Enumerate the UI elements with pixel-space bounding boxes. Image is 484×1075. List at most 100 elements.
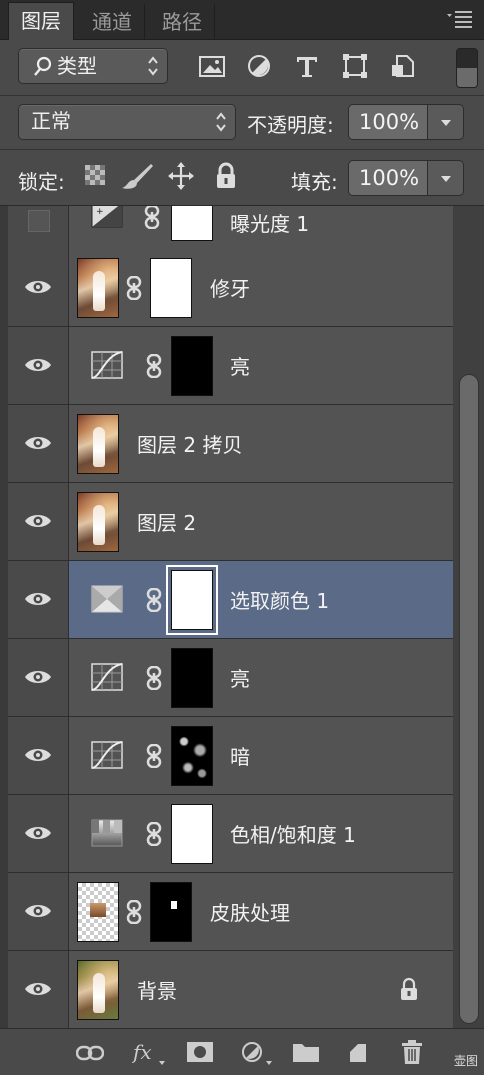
visibility-cell[interactable] [8, 249, 69, 326]
mask-link-icon[interactable] [146, 666, 162, 690]
tab-channels[interactable]: 通道 [80, 4, 145, 40]
filter-pixel-layer-icon[interactable] [197, 52, 227, 80]
visibility-empty-box[interactable] [28, 210, 50, 232]
tab-layers[interactable]: 图层 [8, 2, 74, 40]
layer-thumbnail[interactable] [77, 492, 119, 552]
layer-name[interactable]: 暗 [230, 741, 250, 770]
visibility-cell[interactable] [8, 483, 69, 560]
filter-smart-object-icon[interactable] [388, 52, 418, 80]
mask-link-icon[interactable] [146, 744, 162, 768]
visibility-cell[interactable] [8, 717, 69, 794]
lock-image-pixels-brush-icon[interactable] [120, 162, 154, 190]
layer-name[interactable]: 图层 2 [137, 507, 196, 536]
blend-mode-select[interactable]: 正常 [18, 104, 236, 140]
layer-row[interactable]: 图层 2 拷贝 [8, 405, 453, 483]
visibility-cell[interactable] [8, 639, 69, 716]
fill-input[interactable]: 100% [348, 160, 428, 196]
layer-row-selected[interactable]: 选取颜色 1 [8, 561, 453, 639]
layer-mask-thumbnail[interactable] [150, 882, 192, 942]
visibility-cell[interactable] [8, 405, 69, 482]
layer-thumbnail[interactable] [77, 960, 119, 1020]
visibility-cell[interactable] [8, 873, 69, 950]
layer-name[interactable]: 选取颜色 1 [230, 585, 329, 614]
layer-row[interactable]: 色相/饱和度 1 [8, 795, 453, 873]
filter-toggle-switch[interactable] [456, 48, 478, 88]
mask-link-icon[interactable] [146, 588, 162, 612]
eye-icon[interactable] [24, 512, 52, 530]
layer-name[interactable]: 图层 2 拷贝 [137, 429, 242, 458]
layer-mask-thumbnail[interactable] [171, 804, 213, 864]
layer-thumbnail[interactable] [77, 882, 119, 942]
layer-name[interactable]: 皮肤处理 [210, 897, 290, 926]
layer-name[interactable]: 曝光度 1 [230, 208, 309, 237]
layer-mask-thumbnail[interactable] [171, 648, 213, 708]
eye-icon[interactable] [24, 746, 52, 764]
visibility-cell[interactable] [8, 795, 69, 872]
layer-row[interactable]: 暗 [8, 717, 453, 795]
lock-transparent-pixels-icon[interactable] [84, 164, 106, 186]
layer-row[interactable]: 修牙 [8, 249, 453, 327]
mask-white-spot [171, 901, 177, 909]
layer-row[interactable]: 亮 [8, 639, 453, 717]
eye-icon[interactable] [24, 902, 52, 920]
layer-row[interactable]: + 曝光度 1 [8, 206, 453, 250]
eye-icon[interactable] [24, 356, 52, 374]
layer-mask-thumbnail[interactable] [171, 726, 213, 786]
eye-icon[interactable] [24, 434, 52, 452]
layer-row[interactable]: 背景 [8, 951, 453, 1028]
filter-adjustment-layer-icon[interactable] [244, 52, 274, 80]
fx-layer-style-icon[interactable]: fx [132, 1039, 166, 1067]
lock-all-icon[interactable] [214, 162, 238, 190]
eye-icon[interactable] [24, 278, 52, 296]
add-mask-icon[interactable] [186, 1041, 214, 1063]
filter-kind-label: 类型 [57, 54, 97, 78]
filter-shape-layer-icon[interactable] [340, 52, 370, 80]
eye-icon[interactable] [24, 590, 52, 608]
layer-mask-thumbnail[interactable] [171, 336, 213, 396]
mask-link-icon[interactable] [144, 206, 160, 229]
visibility-cell[interactable] [8, 327, 69, 404]
scrollbar-thumb[interactable] [459, 374, 479, 1024]
updown-arrows-icon [148, 56, 158, 76]
opacity-dropdown-button[interactable] [428, 104, 464, 140]
fill-dropdown-button[interactable] [428, 160, 464, 196]
panel-menu-icon[interactable] [446, 8, 474, 30]
layer-mask-thumbnail[interactable] [171, 570, 213, 630]
layer-name[interactable]: 背景 [137, 975, 177, 1004]
new-adjustment-layer-icon[interactable] [240, 1041, 276, 1067]
tab-paths[interactable]: 路径 [150, 4, 215, 40]
eye-icon[interactable] [24, 980, 52, 998]
visibility-cell[interactable] [8, 951, 69, 1028]
layer-row[interactable]: 皮肤处理 [8, 873, 453, 951]
mask-link-icon[interactable] [146, 822, 162, 846]
mask-link-icon[interactable] [146, 354, 162, 378]
trash-delete-icon[interactable] [400, 1039, 424, 1065]
layer-name[interactable]: 色相/饱和度 1 [230, 819, 356, 848]
visibility-cell[interactable] [8, 561, 69, 638]
opacity-input[interactable]: 100% [348, 104, 428, 140]
lock-position-move-icon[interactable] [168, 162, 194, 190]
filter-type-layer-icon[interactable] [292, 52, 322, 80]
updown-arrows-icon [216, 112, 226, 132]
new-group-folder-icon[interactable] [292, 1041, 320, 1063]
layer-mask-thumbnail[interactable] [150, 258, 192, 318]
eye-icon[interactable] [24, 824, 52, 842]
mask-link-icon[interactable] [126, 900, 142, 924]
layer-name[interactable]: 亮 [230, 351, 250, 380]
mask-link-icon[interactable] [126, 276, 142, 300]
layer-thumbnail[interactable] [77, 258, 119, 318]
eye-icon[interactable] [24, 668, 52, 686]
layer-mask-thumbnail[interactable] [171, 206, 213, 241]
layer-row[interactable]: 亮 [8, 327, 453, 405]
visibility-cell[interactable] [8, 206, 69, 249]
new-layer-icon[interactable] [346, 1041, 370, 1065]
layer-thumbnail[interactable] [77, 414, 119, 474]
link-layers-icon[interactable] [76, 1045, 104, 1061]
layer-row[interactable]: 图层 2 [8, 483, 453, 561]
chevron-down-icon [441, 120, 451, 126]
lock-icon [401, 977, 417, 1000]
opacity-label: 不透明度: [247, 113, 334, 137]
filter-kind-select[interactable]: 类型 [18, 48, 168, 84]
layer-name[interactable]: 亮 [230, 663, 250, 692]
layer-name[interactable]: 修牙 [210, 273, 250, 302]
